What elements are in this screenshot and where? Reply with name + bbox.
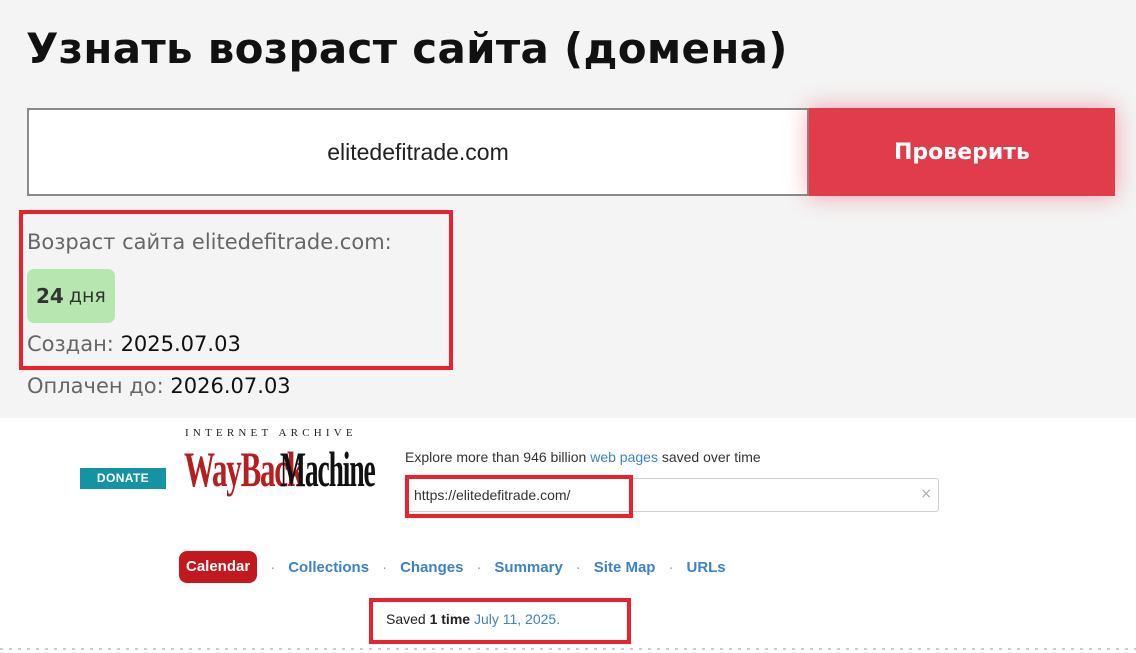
nav-separator: · xyxy=(382,558,388,576)
check-button[interactable]: Проверить xyxy=(809,108,1115,196)
explore-line: Explore more than 946 billion web pages … xyxy=(405,449,761,465)
nav-separator: · xyxy=(476,558,482,576)
tab-urls[interactable]: URLs xyxy=(686,559,725,576)
wayback-url-field[interactable]: × xyxy=(407,478,939,512)
tab-collections[interactable]: Collections xyxy=(288,559,369,576)
paid-until-date: 2026.07.03 xyxy=(170,374,291,398)
domain-input[interactable] xyxy=(27,108,809,196)
explore-suffix: saved over time xyxy=(661,449,761,465)
nav-separator: · xyxy=(668,558,674,576)
age-unit: дня xyxy=(68,285,106,307)
age-badge: 24 дня xyxy=(27,269,115,323)
domain-age-panel: Узнать возраст сайта (домена) Проверить … xyxy=(0,0,1136,418)
saved-date-link[interactable]: July 11, 2025. xyxy=(474,611,560,627)
created-label: Создан: xyxy=(27,332,114,356)
web-pages-link[interactable]: web pages xyxy=(590,449,658,465)
wayback-nav: Calendar · Collections · Changes · Summa… xyxy=(179,551,726,583)
bottom-divider xyxy=(0,648,1136,650)
tab-summary[interactable]: Summary xyxy=(494,559,562,576)
internet-archive-label: INTERNET ARCHIVE xyxy=(185,427,357,439)
tab-site-map[interactable]: Site Map xyxy=(594,559,656,576)
saved-count: 1 time xyxy=(429,611,471,627)
saved-count-line: Saved 1 time July 11, 2025. xyxy=(386,611,560,627)
nav-separator: · xyxy=(270,558,276,576)
explore-prefix: Explore more than 946 billion xyxy=(405,449,587,465)
paid-until-label: Оплачен до: xyxy=(27,374,164,398)
age-label: Возраст сайта elitedefitrade.com: xyxy=(27,230,392,254)
page-title: Узнать возраст сайта (домена) xyxy=(26,24,788,73)
paid-until-row: Оплачен до: 2026.07.03 xyxy=(27,374,291,398)
created-date: 2025.07.03 xyxy=(120,332,241,356)
tab-calendar[interactable]: Calendar xyxy=(179,551,258,583)
close-icon[interactable]: × xyxy=(920,486,932,502)
saved-prefix: Saved xyxy=(386,611,426,627)
created-row: Создан: 2025.07.03 xyxy=(27,332,241,356)
wayback-url-input[interactable] xyxy=(414,484,894,506)
tab-changes[interactable]: Changes xyxy=(400,559,463,576)
donate-button[interactable]: DONATE xyxy=(80,468,166,489)
age-number: 24 xyxy=(36,284,64,308)
logo-machine-text: Machine xyxy=(280,441,376,497)
nav-separator: · xyxy=(575,558,581,576)
logo-wayback-text: WayBack xyxy=(184,441,304,497)
